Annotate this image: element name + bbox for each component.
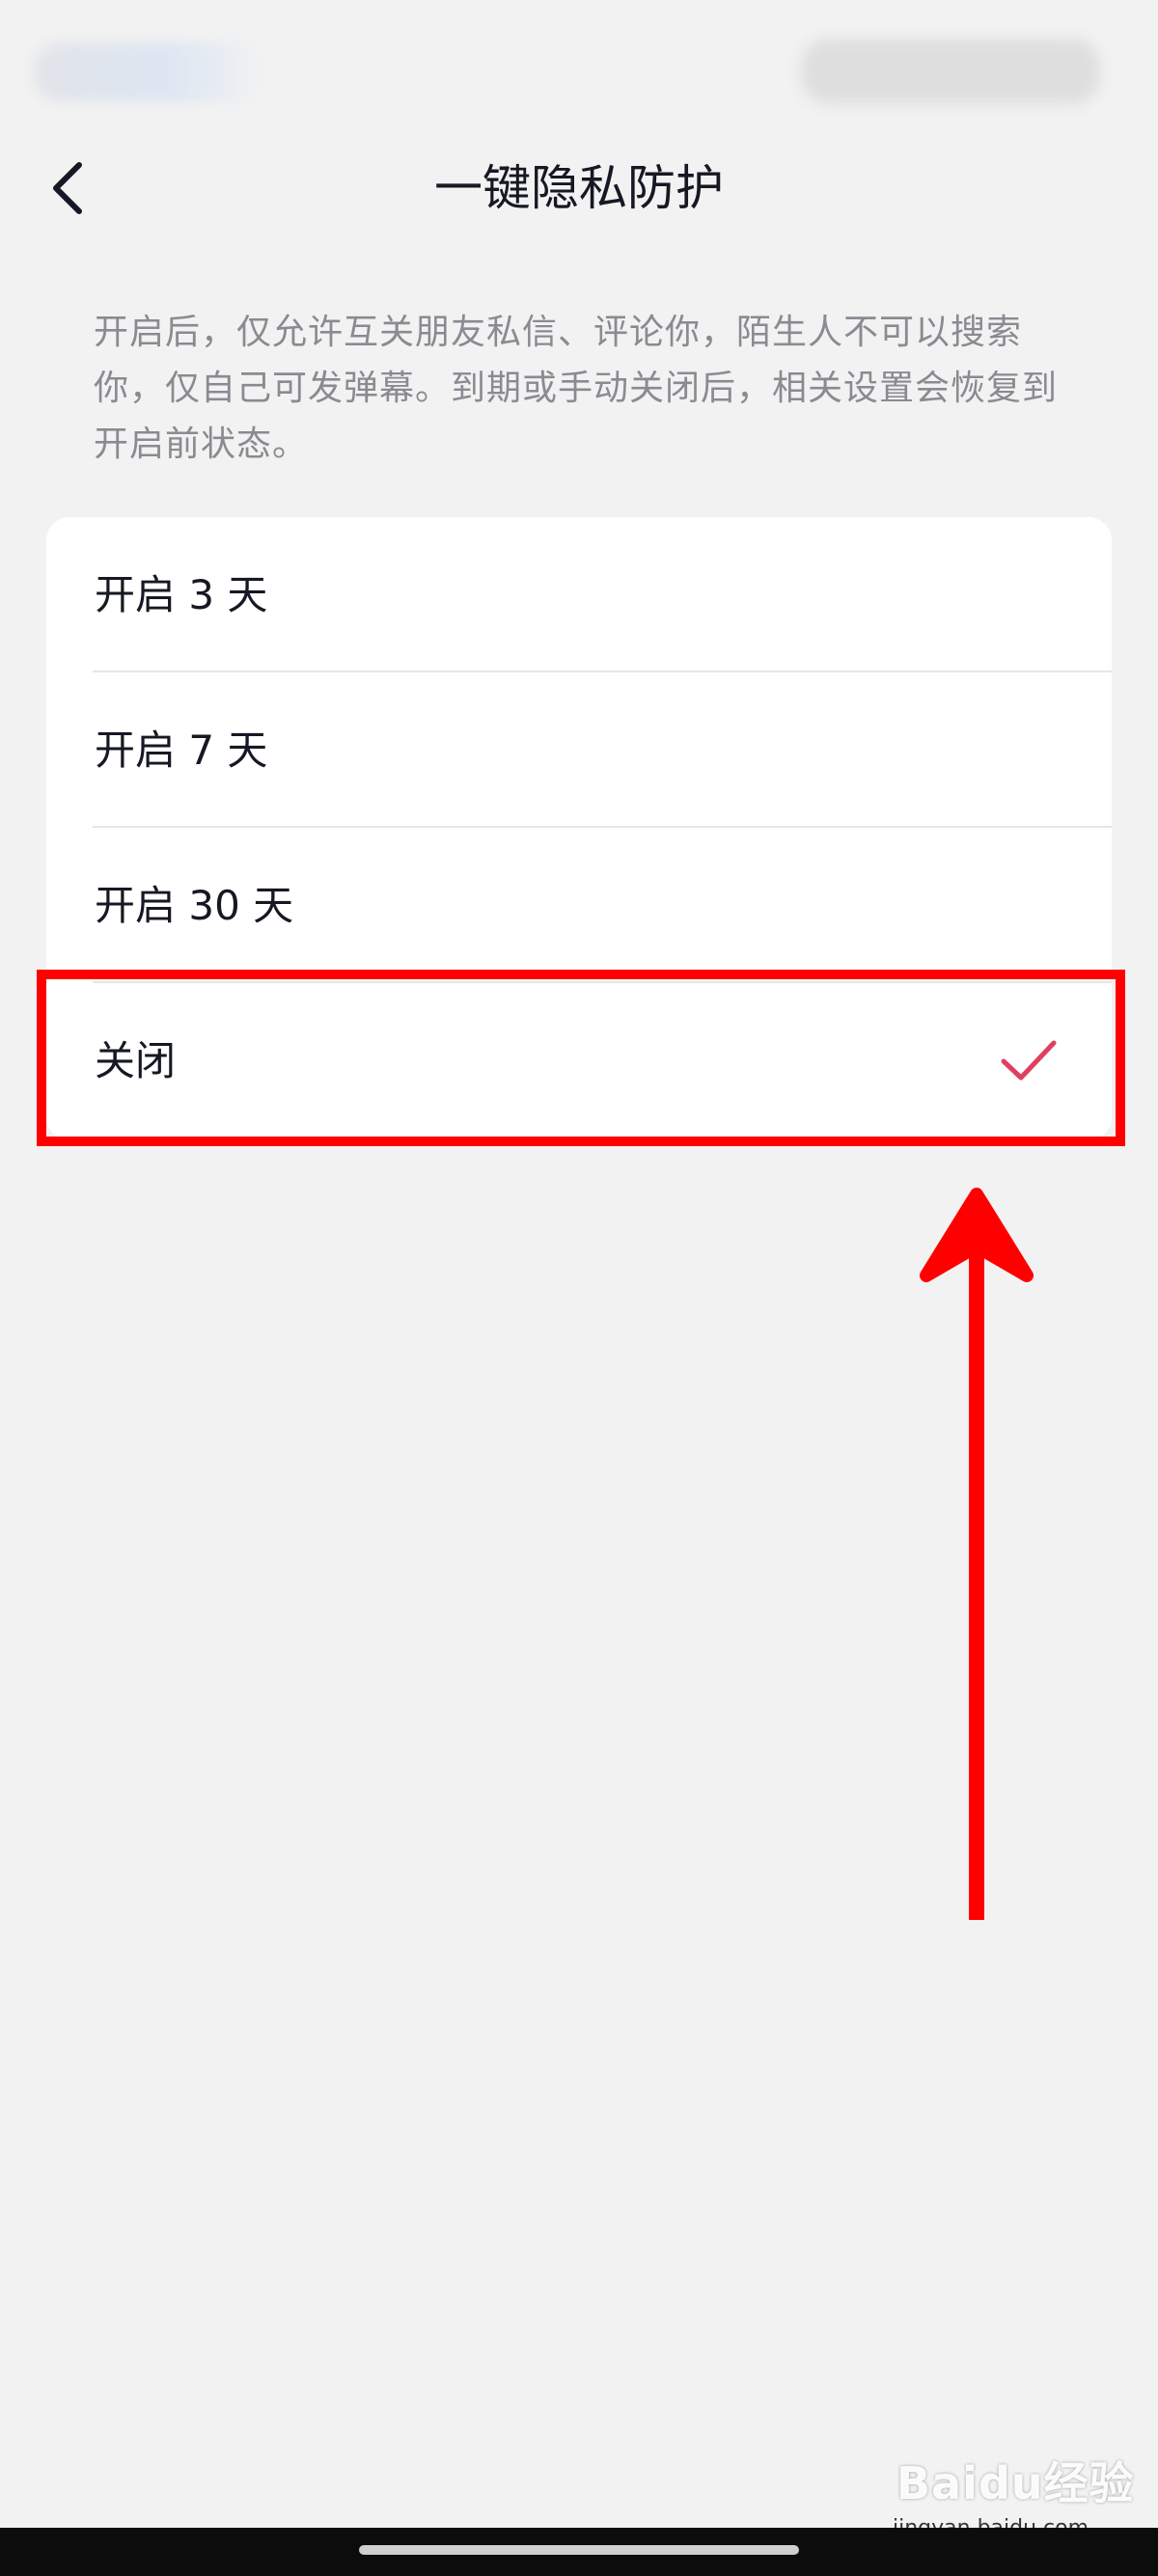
duration-options-list: 开启 3 天 开启 7 天 开启 30 天 关闭 [46,517,1112,1140]
option-label: 关闭 [95,1037,177,1084]
option-label: 开启 7 天 [95,726,268,774]
option-label: 开启 3 天 [95,571,268,618]
option-30-days[interactable]: 开启 30 天 [46,828,1112,983]
navigation-bar: 一键隐私防护 [0,125,1158,251]
page-title: 一键隐私防护 [434,160,724,216]
annotation-arrow-up-icon [920,1188,1034,1920]
option-label: 开启 30 天 [95,882,294,929]
back-button[interactable] [29,150,106,227]
chevron-left-icon [53,162,82,214]
checkmark-icon [1001,1040,1057,1081]
description-text: 开启后，仅允许互关朋友私信、评论你，陌生人不可以搜索你，仅自己可发弹幕。到期或手… [94,313,1059,464]
watermark-brand: Baidu经验 [896,2457,1135,2509]
status-bar-time-blurred [33,42,255,102]
status-bar [0,0,1158,125]
home-indicator[interactable] [359,2545,799,2555]
system-navigation-bar [0,2528,1158,2576]
option-7-days[interactable]: 开启 7 天 [46,672,1112,828]
status-bar-indicators-blurred [801,39,1100,104]
option-3-days[interactable]: 开启 3 天 [46,517,1112,672]
option-off[interactable]: 关闭 [46,983,1112,1140]
